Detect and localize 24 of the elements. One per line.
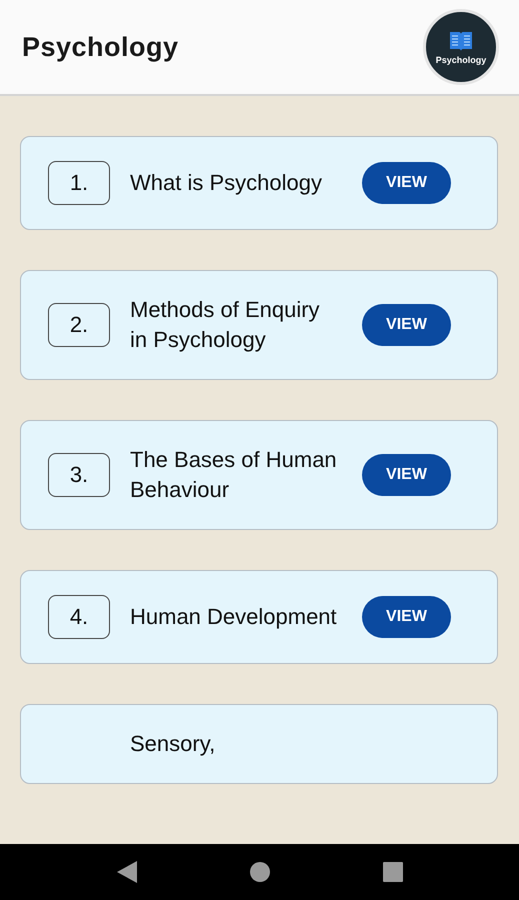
view-button[interactable]: VIEW — [362, 162, 451, 204]
chapter-number: 3. — [48, 453, 110, 497]
chapter-card[interactable]: Sensory, — [20, 704, 498, 784]
book-icon — [449, 30, 473, 52]
view-button[interactable]: VIEW — [362, 304, 451, 346]
chapter-card[interactable]: 3. The Bases of Human Behaviour VIEW — [20, 420, 498, 530]
chapter-title: Human Development — [130, 603, 338, 631]
chapter-card[interactable]: 1. What is Psychology VIEW — [20, 136, 498, 230]
home-icon[interactable] — [250, 862, 270, 882]
chapter-title: Sensory, — [130, 730, 216, 758]
back-icon[interactable] — [116, 861, 136, 883]
chapter-title: Methods of Enquiry in Psychology — [130, 296, 321, 354]
view-button[interactable]: VIEW — [362, 454, 451, 496]
chapter-card[interactable]: 2. Methods of Enquiry in Psychology VIEW — [20, 270, 498, 380]
chapter-number: 2. — [48, 303, 110, 347]
logo-text: Psychology — [436, 54, 486, 64]
recents-icon[interactable] — [382, 862, 402, 882]
chapter-title: The Bases of Human Behaviour — [130, 446, 338, 504]
chapter-title: What is Psychology — [130, 169, 323, 197]
view-button[interactable]: VIEW — [362, 596, 451, 638]
chapter-number: 4. — [48, 595, 110, 639]
app-title: Psychology — [22, 32, 179, 62]
chapter-card[interactable]: 4. Human Development VIEW — [20, 570, 498, 664]
chapter-number: 1. — [48, 161, 110, 205]
